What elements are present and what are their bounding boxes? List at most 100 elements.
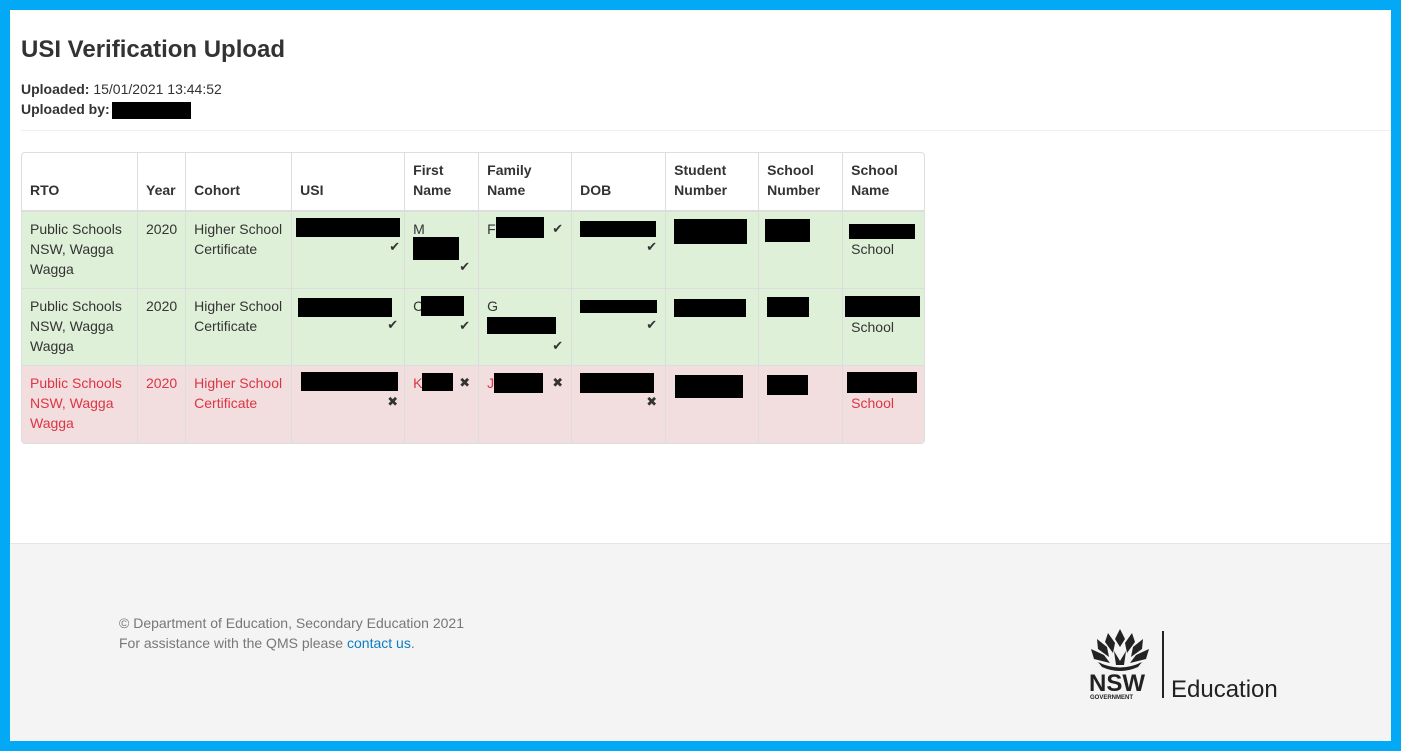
uploaded-value: 15/01/2021 13:44:52	[93, 81, 222, 97]
cell-usi: ✔	[292, 212, 406, 289]
redacted-first-name	[421, 373, 453, 391]
cell-year: 2020	[138, 289, 187, 366]
cell-usi: ✔	[292, 289, 406, 366]
cell-school-number	[759, 366, 844, 443]
redacted-dob	[580, 300, 658, 313]
nsw-education-logo: NSW GOVERNMENT Education	[1088, 629, 1293, 703]
redacted-student-number	[674, 299, 747, 317]
redacted-family-name	[487, 317, 557, 334]
column-header-student-number: Student Number	[666, 153, 760, 212]
cell-family-name: J ✖	[479, 366, 573, 443]
family-name-initial: F	[487, 221, 496, 237]
divider	[21, 130, 1391, 131]
redacted-school-name	[845, 296, 921, 317]
table-header-row: RTO Year Cohort USI First Name Family Na…	[22, 153, 925, 212]
cell-school-name: School	[843, 289, 925, 366]
cross-icon: ✖	[552, 375, 564, 390]
cross-icon: ✖	[646, 394, 658, 409]
footer: © Department of Education, Secondary Edu…	[10, 543, 1391, 741]
redacted-family-name	[495, 217, 544, 238]
school-name-suffix: School	[851, 395, 894, 411]
redacted-usi	[301, 372, 399, 391]
page-title: USI Verification Upload	[21, 36, 286, 63]
redacted-school-number	[767, 297, 810, 317]
contact-us-link[interactable]: contact us	[347, 635, 411, 651]
cell-dob: ✔	[572, 212, 667, 289]
cell-cohort: Higher School Certificate	[186, 212, 293, 289]
results-table: RTO Year Cohort USI First Name Family Na…	[21, 152, 926, 444]
copyright-text: © Department of Education, Secondary Edu…	[119, 615, 464, 631]
redacted-usi	[296, 218, 401, 237]
redacted-school-name	[849, 224, 916, 239]
cell-first-name: K ✖	[405, 366, 480, 443]
check-icon: ✔	[387, 317, 399, 332]
main-content: USI Verification Upload Uploaded: 15/01/…	[10, 10, 1391, 543]
upload-meta: Uploaded: 15/01/2021 13:44:52 Uploaded b…	[21, 79, 1391, 119]
check-icon: ✔	[459, 318, 471, 333]
column-header-dob: DOB	[572, 153, 667, 212]
cell-year: 2020	[138, 366, 187, 443]
check-icon: ✔	[459, 259, 471, 274]
cell-first-name: C ✔	[405, 289, 480, 366]
cell-school-number	[759, 212, 844, 289]
family-name-initial: J	[487, 375, 495, 391]
footer-text: © Department of Education, Secondary Edu…	[119, 613, 464, 653]
redacted-student-number	[675, 375, 744, 398]
cell-cohort: Higher School Certificate	[186, 366, 293, 443]
column-header-school-number: School Number	[759, 153, 844, 212]
table-row: Public Schools NSW, Wagga Wagga 2020 Hig…	[22, 212, 925, 289]
logo-education-text: Education	[1171, 676, 1278, 701]
cell-rto: Public Schools NSW, Wagga Wagga	[22, 366, 138, 443]
cell-rto: Public Schools NSW, Wagga Wagga	[22, 289, 138, 366]
check-icon: ✔	[646, 317, 658, 332]
cell-year: 2020	[138, 212, 187, 289]
school-name-suffix: School	[851, 319, 894, 335]
redacted-first-name	[421, 296, 465, 316]
uploaded-label: Uploaded:	[21, 81, 90, 97]
cell-family-name: F ✔	[479, 212, 573, 289]
check-icon: ✔	[552, 221, 564, 236]
redacted-dob	[580, 373, 655, 393]
column-header-year: Year	[138, 153, 187, 212]
cell-school-name: School	[843, 212, 925, 289]
cell-first-name: M ✔	[405, 212, 480, 289]
browser-viewport: USI Verification Upload Uploaded: 15/01/…	[10, 10, 1391, 741]
cell-dob: ✔	[572, 289, 667, 366]
column-header-first-name: First Name	[405, 153, 480, 212]
cross-icon: ✖	[459, 375, 471, 390]
redacted-school-number	[765, 219, 811, 242]
table-row: Public Schools NSW, Wagga Wagga 2020 Hig…	[22, 289, 925, 366]
family-name-initial: G	[487, 298, 499, 314]
cell-family-name: G ✔	[479, 289, 573, 366]
column-header-school-name: School Name	[843, 153, 925, 212]
column-header-cohort: Cohort	[186, 153, 293, 212]
redacted-first-name	[413, 237, 460, 260]
first-name-initial: M	[413, 221, 425, 237]
uploaded-by-label: Uploaded by:	[21, 101, 110, 117]
cell-student-number	[666, 212, 760, 289]
logo-government-text: GOVERNMENT	[1090, 695, 1133, 701]
cell-dob: ✖	[572, 366, 667, 443]
logo-divider	[1162, 631, 1164, 698]
cell-usi: ✖	[292, 366, 406, 443]
table-row: Public Schools NSW, Wagga Wagga 2020 Hig…	[22, 366, 925, 443]
column-header-rto: RTO	[22, 153, 138, 212]
assist-end: .	[410, 635, 415, 651]
column-header-family-name: Family Name	[479, 153, 573, 212]
redacted-family-name	[494, 373, 544, 393]
column-header-usi: USI	[292, 153, 406, 212]
check-icon: ✔	[552, 338, 564, 353]
redacted-school-name	[847, 372, 918, 393]
cell-school-name: School	[843, 366, 925, 443]
redacted-dob	[580, 221, 657, 237]
redacted-school-number	[767, 375, 809, 395]
redacted-uploader	[111, 101, 191, 119]
cell-school-number	[759, 289, 844, 366]
cell-student-number	[666, 289, 760, 366]
cell-cohort: Higher School Certificate	[186, 289, 293, 366]
check-icon: ✔	[646, 239, 658, 254]
waratah-icon: NSW GOVERNMENT Education	[1089, 629, 1278, 703]
logo-nsw-text: NSW	[1089, 670, 1145, 697]
check-icon: ✔	[389, 239, 401, 254]
redacted-student-number	[674, 219, 748, 244]
